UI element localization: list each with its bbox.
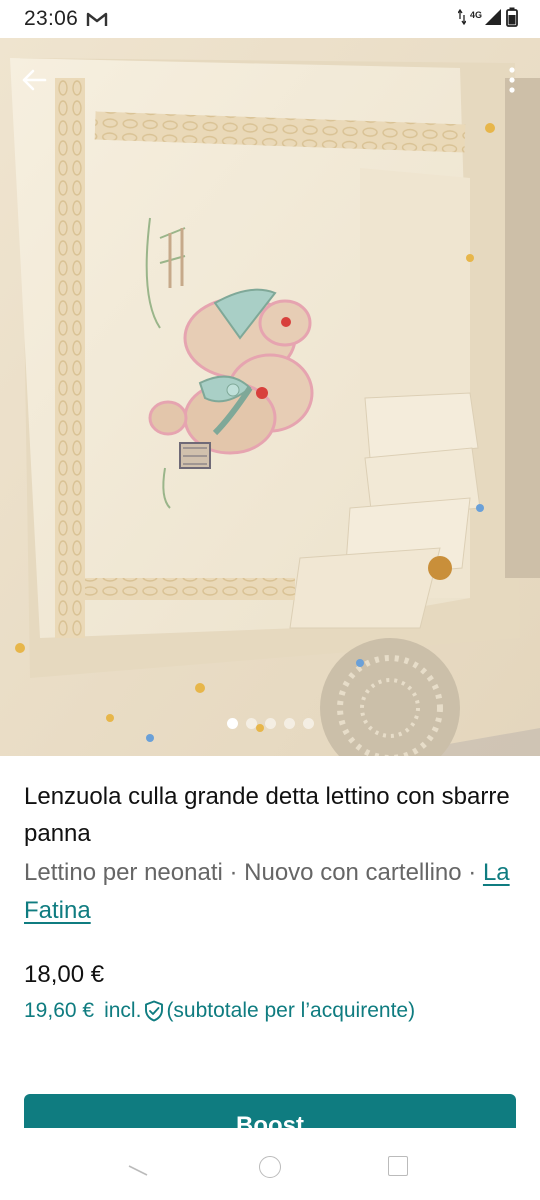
network-type: 4G	[469, 10, 482, 20]
nav-back-icon[interactable]	[128, 1156, 148, 1176]
signal-icon	[484, 8, 502, 31]
nav-home-icon[interactable]	[259, 1156, 281, 1178]
buyer-price-amount: 19,60 €	[24, 999, 95, 1022]
item-details: Lenzuola culla grande detta lettino con …	[24, 778, 524, 1026]
item-price: 18,00 €	[24, 961, 105, 988]
data-arrows-icon	[457, 8, 467, 30]
item-photo	[0, 38, 540, 756]
boost-button[interactable]: Boost	[24, 1094, 516, 1128]
status-bar: 23:06 4G	[0, 0, 540, 38]
system-navigation-bar	[0, 1128, 540, 1200]
item-title: Lenzuola culla grande detta lettino con …	[24, 783, 510, 847]
item-meta: Lettino per neonati · Nuovo con cartelli…	[24, 854, 524, 930]
boost-button-area: Boost	[0, 1092, 540, 1128]
pager-dot[interactable]	[264, 718, 276, 729]
back-button[interactable]	[14, 60, 54, 100]
buyer-price-note: (subtotale per l’acquirente)	[166, 999, 416, 1022]
buyer-protection-shield-icon	[144, 1000, 164, 1022]
pager-dot[interactable]	[245, 718, 257, 729]
item-category-condition: Lettino per neonati · Nuovo con cartelli…	[24, 859, 483, 886]
nav-recent-apps-icon[interactable]	[388, 1156, 408, 1176]
buyer-price-info[interactable]: 19,60 € incl. (subtotale per l’acquirent…	[24, 996, 524, 1026]
item-photo-carousel[interactable]	[0, 38, 540, 756]
battery-icon	[506, 7, 518, 32]
back-arrow-icon	[22, 69, 47, 91]
photo-pager	[0, 718, 540, 729]
status-time: 23:06	[24, 7, 79, 30]
more-vertical-icon	[509, 67, 515, 93]
buyer-price-incl-label: incl.	[104, 999, 142, 1022]
pager-dot[interactable]	[226, 718, 238, 729]
more-options-button[interactable]	[500, 60, 524, 100]
status-icons: 4G	[457, 7, 518, 32]
pager-dot[interactable]	[283, 718, 295, 729]
pager-dot[interactable]	[302, 718, 314, 729]
gmail-icon	[86, 11, 108, 27]
